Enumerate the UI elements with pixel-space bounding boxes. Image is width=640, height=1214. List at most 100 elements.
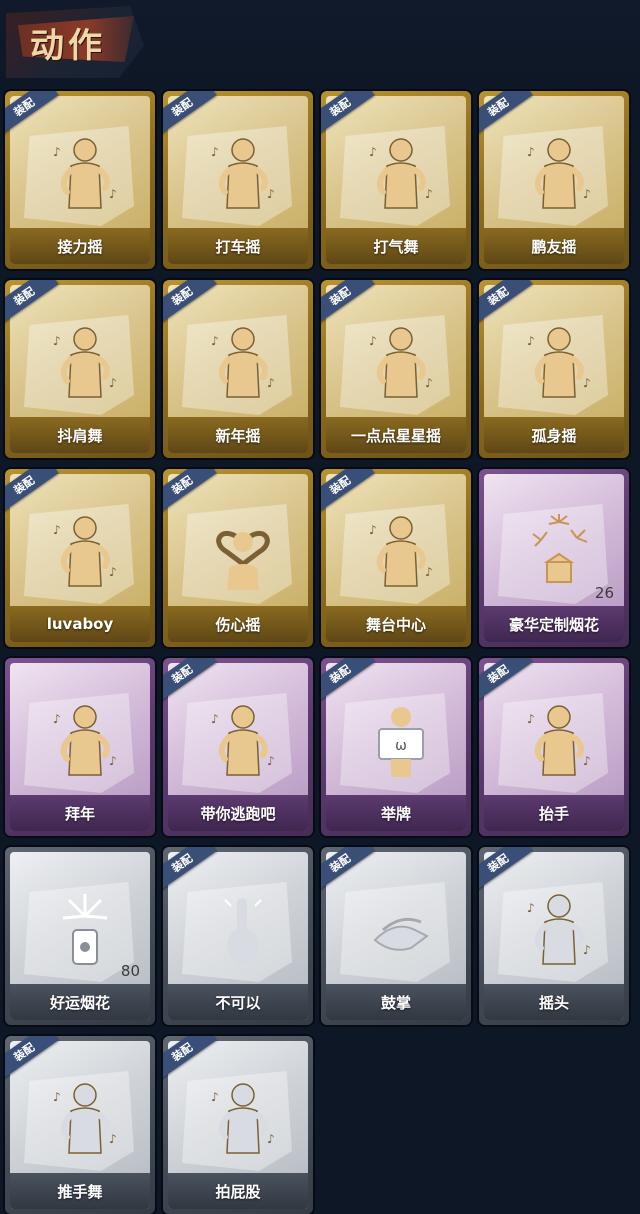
card-face: 不可以 [168,852,308,1020]
card-label: 新年摇 [168,417,308,453]
card-label: 豪华定制烟花 [484,606,624,642]
action-card[interactable]: 26 豪华定制烟花 [479,469,629,647]
card-face: 80 好运烟花 [10,852,150,1020]
action-card[interactable]: ♪ ♪ luvaboy 装配 [5,469,155,647]
svg-text:♪: ♪ [53,145,61,159]
svg-text:♪: ♪ [109,754,117,768]
svg-text:♪: ♪ [369,334,377,348]
figure-sparkle-icon: ♪ ♪ [361,323,441,403]
svg-text:♪: ♪ [527,901,535,915]
svg-text:♪: ♪ [583,187,591,201]
svg-text:♪: ♪ [267,187,275,201]
svg-text:♪: ♪ [527,712,535,726]
svg-text:♪: ♪ [211,334,219,348]
card-label: 拍屁股 [168,1173,308,1209]
card-label: 鹏友摇 [484,228,624,264]
svg-text:♪: ♪ [425,187,433,201]
card-face: ♪ ♪ 孤身摇 [484,285,624,453]
action-card[interactable]: ♪ ♪ 打气舞 装配 [321,91,471,269]
svg-text:♪: ♪ [425,565,433,579]
firework-canister-icon [45,890,125,970]
finger-no-icon [203,890,283,970]
action-card[interactable]: ♪ ♪ 一点点星星摇 装配 [321,280,471,458]
figure-bow-icon: ♪ ♪ [45,701,125,781]
action-card[interactable]: 伤心摇 装配 [163,469,313,647]
svg-text:♪: ♪ [369,523,377,537]
figure-dancing-icon: ♪ ♪ [361,134,441,214]
svg-text:♪: ♪ [369,145,377,159]
figure-shoulder-icon: ♪ ♪ [45,323,125,403]
figure-slap-icon: ♪ ♪ [203,1079,283,1159]
svg-text:♪: ♪ [267,1132,275,1146]
action-card[interactable]: 鼓掌 装配 [321,847,471,1025]
card-face: ♪ ♪ 拜年 [10,663,150,831]
card-label: 不可以 [168,984,308,1020]
svg-text:♪: ♪ [53,334,61,348]
action-card[interactable]: ♪ ♪ 推手舞 装配 [5,1036,155,1214]
svg-text:♪: ♪ [109,565,117,579]
figure-running-icon: ♪ ♪ [203,701,283,781]
sign-holding-icon: ω [361,701,441,781]
card-label: 抬手 [484,795,624,831]
card-count: 26 [594,584,614,602]
card-label: 舞台中心 [326,606,466,642]
card-face: ♪ ♪ 推手舞 [10,1041,150,1209]
card-face: ♪ ♪ luvaboy [10,474,150,642]
figure-shaking-icon: ♪ ♪ [519,323,599,403]
figure-shaking-icon: ♪ ♪ [203,323,283,403]
action-card[interactable]: ♪ ♪ 打车摇 装配 [163,91,313,269]
action-card[interactable]: ♪ ♪ 拍屁股 装配 [163,1036,313,1214]
card-face: ♪ ♪ 抖肩舞 [10,285,150,453]
svg-text:♪: ♪ [267,754,275,768]
clapping-hands-icon [361,890,441,970]
svg-text:♪: ♪ [527,145,535,159]
card-face: ♪ ♪ 拍屁股 [168,1041,308,1209]
figure-shaking-icon: ♪ ♪ [45,134,125,214]
svg-text:♪: ♪ [211,712,219,726]
card-face: ω 举牌 [326,663,466,831]
svg-text:♪: ♪ [211,145,219,159]
svg-text:♪: ♪ [583,754,591,768]
card-label: 举牌 [326,795,466,831]
svg-text:♪: ♪ [53,712,61,726]
action-card[interactable]: ω 举牌 装配 [321,658,471,836]
action-card[interactable]: ♪ ♪ 摇头 装配 [479,847,629,1025]
svg-text:♪: ♪ [527,334,535,348]
action-card[interactable]: ♪ ♪ 新年摇 装配 [163,280,313,458]
action-card[interactable]: ♪ ♪ 抖肩舞 装配 [5,280,155,458]
action-grid: ♪ ♪ 接力摇 装配 ♪ ♪ 打车摇 装配 ♪ ♪ 打气舞 装配 ♪ ♪ 鹏友摇 装配 ♪ ♪ 抖… [0,0,640,1214]
action-card[interactable]: ♪ ♪ 接力摇 装配 [5,91,155,269]
card-label: 打气舞 [326,228,466,264]
card-label: 接力摇 [10,228,150,264]
figure-head-shake-icon: ♪ ♪ [519,890,599,970]
action-card[interactable]: ♪ ♪ 拜年 [5,658,155,836]
action-card[interactable]: ♪ ♪ 舞台中心 装配 [321,469,471,647]
card-label: 好运烟花 [10,984,150,1020]
card-label: 一点点星星摇 [326,417,466,453]
svg-text:♪: ♪ [109,1132,117,1146]
card-count: 80 [120,962,140,980]
svg-text:♪: ♪ [109,376,117,390]
action-card[interactable]: 80 好运烟花 [5,847,155,1025]
action-card[interactable]: ♪ ♪ 鹏友摇 装配 [479,91,629,269]
card-face: ♪ ♪ 打车摇 [168,96,308,264]
card-label: 带你逃跑吧 [168,795,308,831]
action-card[interactable]: ♪ ♪ 抬手 装配 [479,658,629,836]
svg-text:♪: ♪ [109,187,117,201]
action-card[interactable]: 不可以 装配 [163,847,313,1025]
action-card[interactable]: ♪ ♪ 孤身摇 装配 [479,280,629,458]
card-face: ♪ ♪ 一点点星星摇 [326,285,466,453]
figure-raise-hand-icon: ♪ ♪ [519,701,599,781]
action-card[interactable]: ♪ ♪ 带你逃跑吧 装配 [163,658,313,836]
card-face: ♪ ♪ 舞台中心 [326,474,466,642]
card-label: 伤心摇 [168,606,308,642]
figure-sparkle-icon: ♪ ♪ [361,512,441,592]
card-face: ♪ ♪ 打气舞 [326,96,466,264]
card-label: 孤身摇 [484,417,624,453]
figure-shaking-icon: ♪ ♪ [203,134,283,214]
card-label: 推手舞 [10,1173,150,1209]
fireworks-box-icon [519,512,599,592]
card-face: 26 豪华定制烟花 [484,474,624,642]
card-face: ♪ ♪ 摇头 [484,852,624,1020]
card-label: 鼓掌 [326,984,466,1020]
